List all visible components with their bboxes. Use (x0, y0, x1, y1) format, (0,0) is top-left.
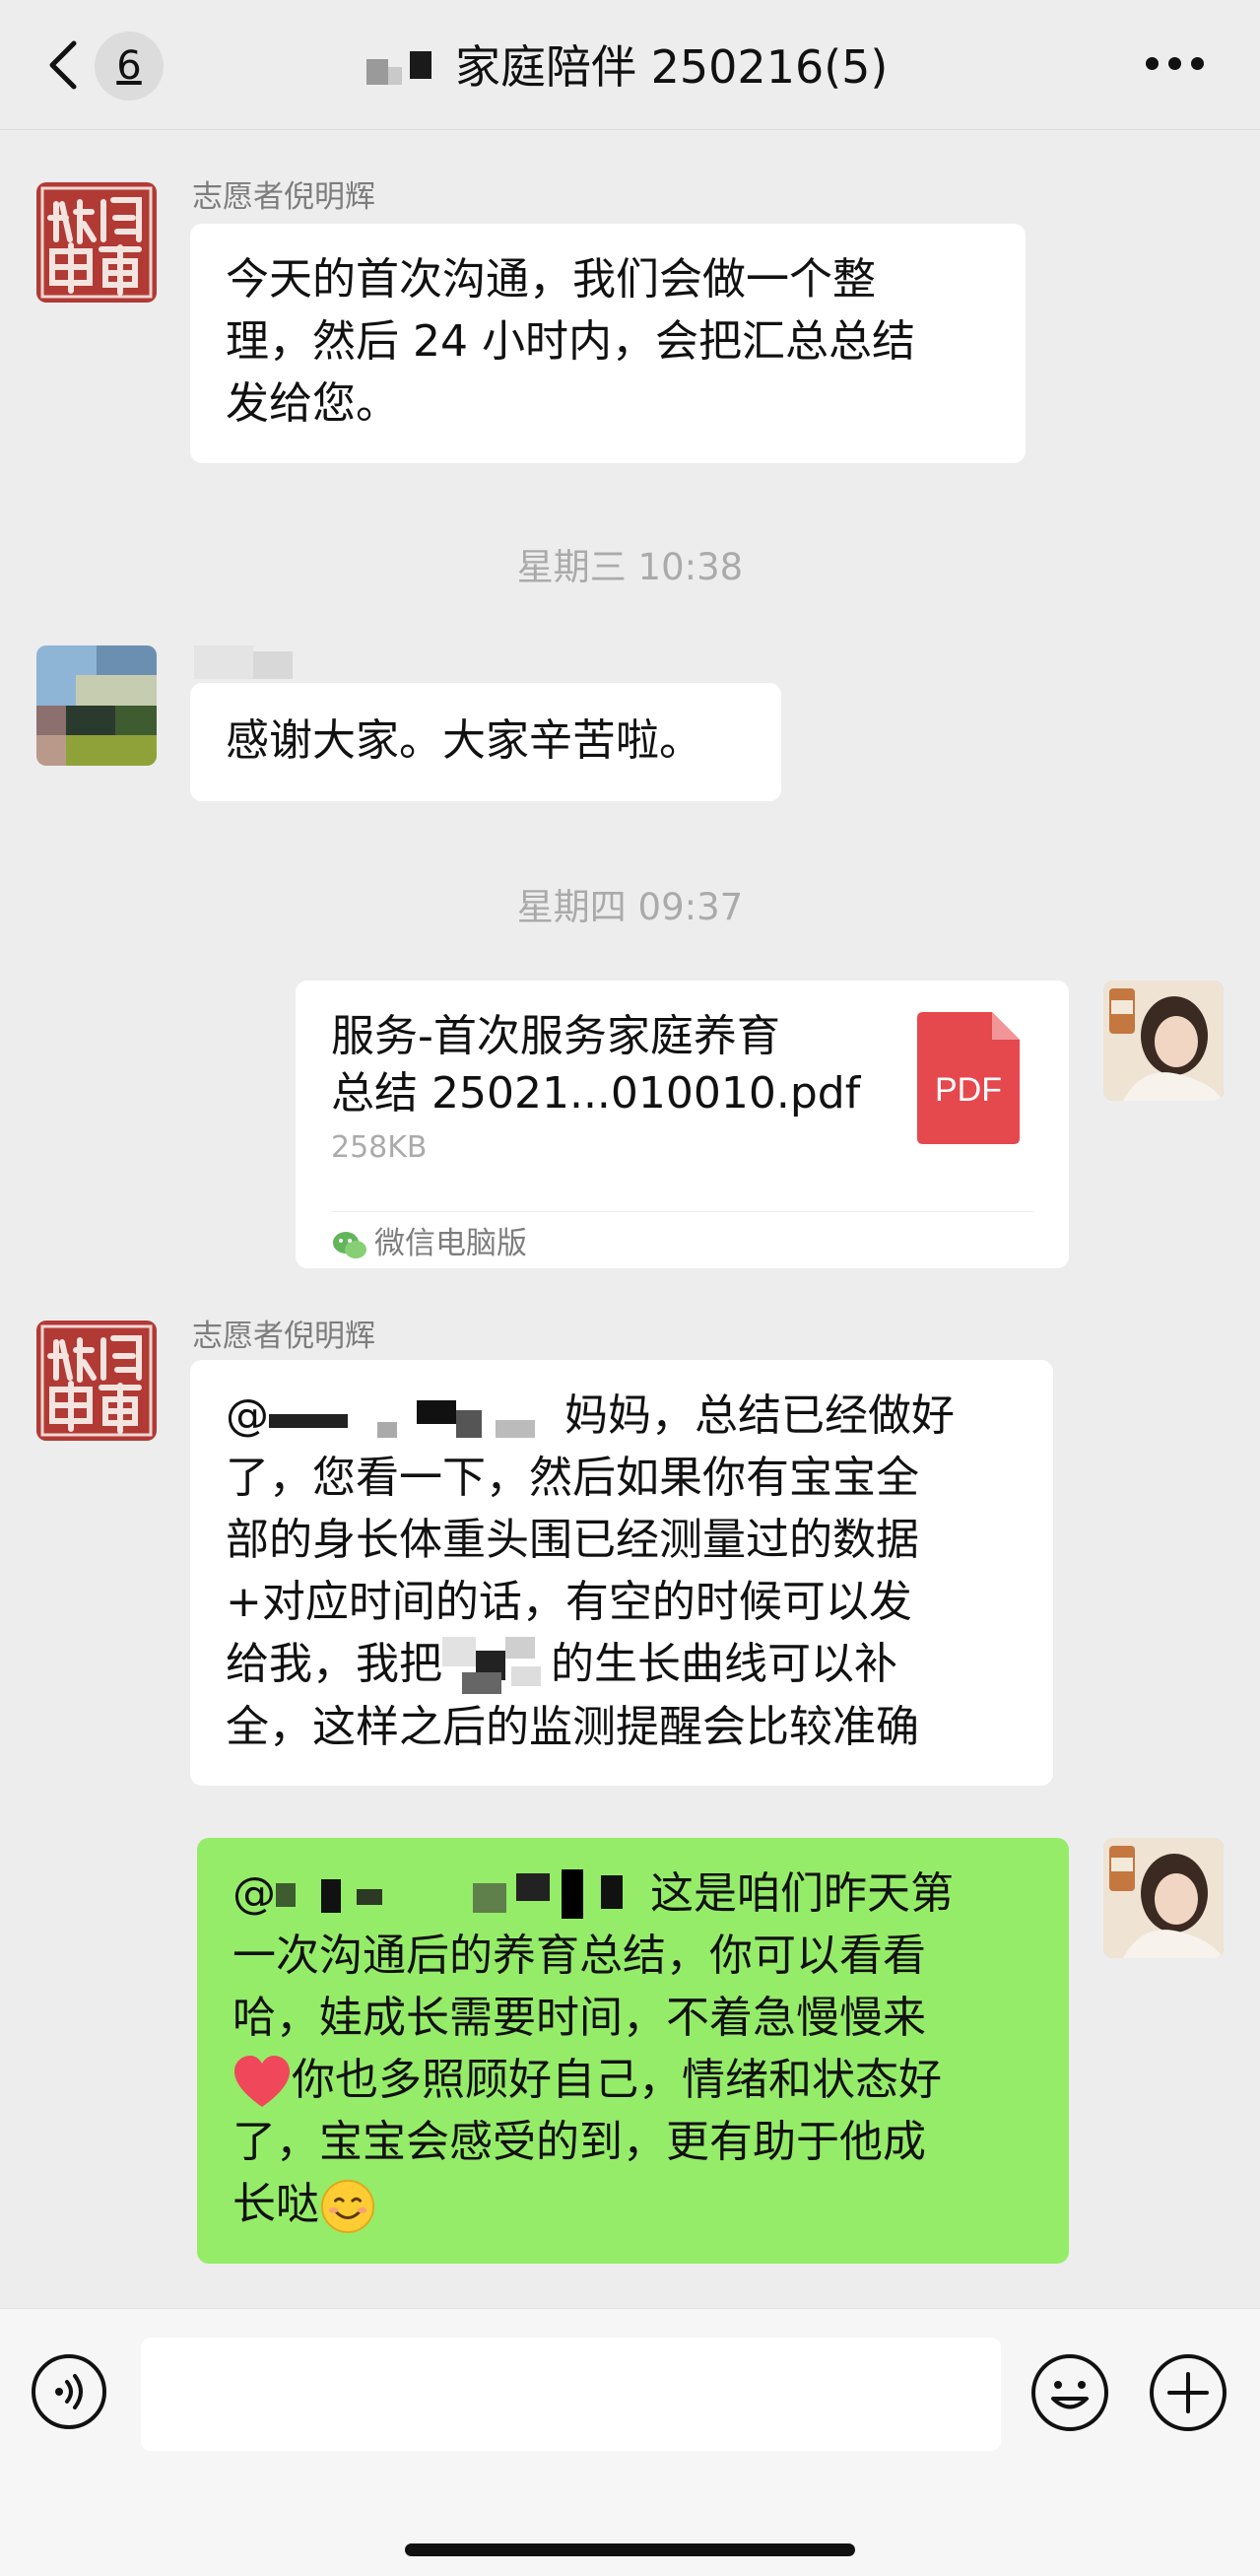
message-line: 全，这样之后的监测提醒会比较准确 (226, 1702, 919, 1752)
input-bar (0, 2308, 1260, 2576)
pixelated-mention (276, 1869, 650, 1923)
message-line: @ 妈妈，总结已经做好 (226, 1390, 955, 1441)
seal-avatar-icon (40, 1324, 153, 1437)
pdf-label: PDF (935, 1071, 1002, 1109)
plus-icon[interactable] (1148, 2352, 1228, 2433)
message-line: 了，您看一下，然后如果你有宝宝全 (226, 1453, 919, 1503)
volunteer-avatar[interactable] (36, 182, 157, 303)
pixelated-mention (269, 1396, 564, 1440)
chat-header: 6 家庭陪伴 250216(5) (0, 0, 1260, 130)
message-line: +对应时间的话，有空的时候可以发 (226, 1577, 912, 1627)
pdf-file-icon: PDF (917, 1012, 1020, 1144)
photo-avatar-icon (1103, 981, 1224, 1101)
message-bubble[interactable]: @ 妈妈，总结已经做好 了，您看一下，然后如果你有宝宝全 部的身长体重头围已经测… (190, 1360, 1053, 1786)
message-line: 发给您。 (226, 378, 399, 429)
seal-avatar-icon (40, 186, 153, 299)
message-line: 你也多照顾好自己，情绪和状态好 (232, 2049, 1033, 2111)
red-heart-emoji (234, 2056, 290, 2107)
emoji-icon[interactable] (1029, 2352, 1110, 2433)
message-line: 给我，我把 的生长曲线可以补 (226, 1633, 1018, 1696)
unread-count-badge[interactable]: 6 (95, 32, 164, 101)
message-input[interactable] (141, 2338, 1001, 2451)
chevron-left-icon[interactable] (44, 37, 84, 93)
volunteer-avatar[interactable] (36, 1321, 157, 1441)
message-bubble[interactable]: 感谢大家。大家辛苦啦。 (190, 683, 781, 801)
message-line: 今天的首次沟通，我们会做一个整 (226, 254, 876, 305)
file-message-card[interactable]: 服务-首次服务家庭养育 总结 25021...010010.pdf 258KB … (296, 981, 1069, 1268)
message-line: 理，然后 24 小时内，会把汇总总结 (226, 316, 915, 367)
pixelated-avatar-icon (36, 645, 157, 766)
voice-icon[interactable] (30, 2352, 108, 2431)
message-line: 一次沟通后的养育总结，你可以看看 (232, 1931, 926, 1981)
timestamp-divider: 星期三 10:38 (516, 546, 744, 588)
divider (331, 1211, 1033, 1212)
member-avatar[interactable] (36, 645, 157, 766)
sender-name: 志愿者倪明辉 (192, 179, 375, 215)
my-avatar[interactable] (1103, 981, 1224, 1101)
pixelated-name (442, 1637, 551, 1696)
pixelated-sender-name (194, 645, 293, 679)
message-bubble[interactable]: @ 这是咱们昨天第 一次沟通后的养育总结，你可以看看 哈，娃成长需要时间，不着急… (197, 1838, 1069, 2264)
file-source: 微信电脑版 (331, 1213, 527, 1274)
message-line: 哈，娃成长需要时间，不着急慢慢来 (232, 1993, 926, 2043)
more-icon[interactable] (1146, 57, 1205, 71)
message-bubble[interactable]: 今天的首次沟通，我们会做一个整 理，然后 24 小时内，会把汇总总结 发给您。 (190, 224, 1026, 463)
photo-avatar-icon (1103, 1838, 1224, 1958)
message-line: 部的身长体重头围已经测量过的数据 (226, 1515, 919, 1565)
file-size: 258KB (331, 1130, 428, 1165)
pixelated-group-name (366, 51, 431, 91)
smiling-face-emoji (320, 2179, 375, 2234)
message-line: 了，宝宝会感受的到，更有助于他成 (232, 2117, 926, 2167)
timestamp-divider: 星期四 09:37 (516, 886, 744, 928)
wechat-icon (333, 1231, 366, 1258)
home-indicator (405, 2543, 855, 2556)
message-line: 感谢大家。大家辛苦啦。 (226, 715, 702, 766)
file-name: 服务-首次服务家庭养育 总结 25021...010010.pdf (331, 1011, 861, 1119)
chat-title: 家庭陪伴 250216(5) (455, 40, 889, 94)
message-line: @ 这是咱们昨天第 (232, 1863, 1033, 1925)
message-line: 长哒 (232, 2173, 1033, 2235)
my-avatar[interactable] (1103, 1838, 1224, 1958)
sender-name: 志愿者倪明辉 (192, 1319, 375, 1354)
